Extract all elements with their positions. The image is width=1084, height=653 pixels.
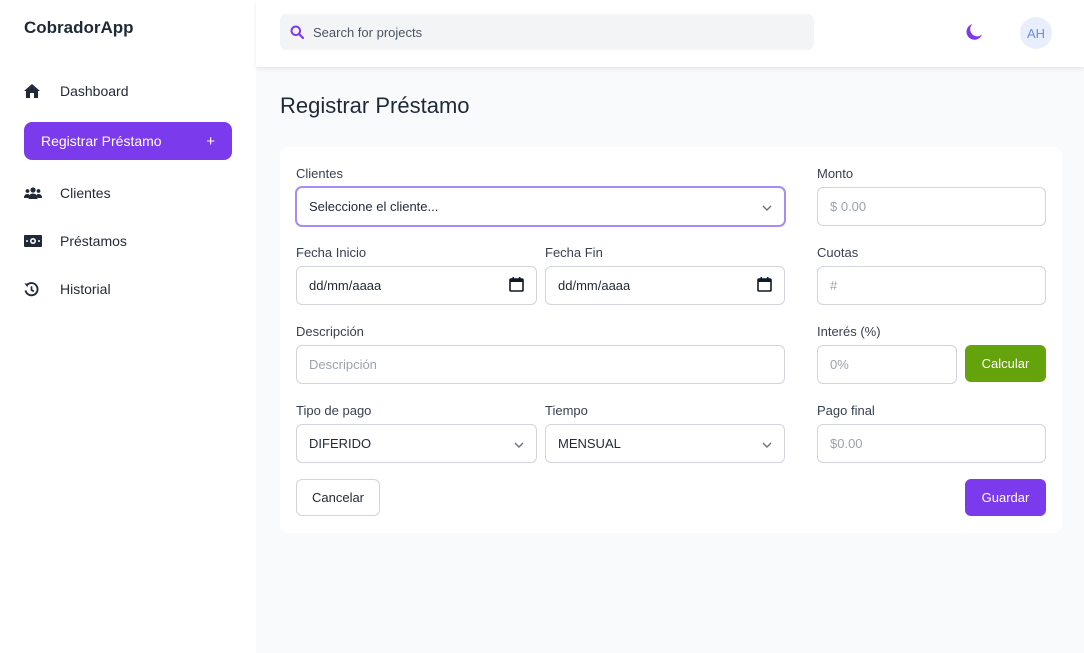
avatar[interactable]: AH — [1020, 17, 1052, 49]
clientes-select[interactable]: Seleccione el cliente... — [296, 187, 785, 226]
descripcion-input[interactable]: Descripción — [296, 345, 785, 384]
sidebar-item-label: Historial — [60, 281, 111, 297]
cuotas-input[interactable]: # — [817, 266, 1046, 305]
monto-input[interactable]: $ 0.00 — [817, 187, 1046, 226]
fecha-inicio-label: Fecha Inicio — [296, 245, 367, 260]
fecha-fin-input[interactable]: dd/mm/aaaa — [545, 266, 785, 305]
search-icon — [290, 25, 304, 39]
sidebar-item-historial[interactable]: Historial — [24, 270, 232, 308]
chevron-down-icon — [514, 436, 524, 451]
pago-final-input[interactable]: $0.00 — [817, 424, 1046, 463]
tipo-pago-value: DIFERIDO — [309, 436, 372, 451]
sidebar-item-clientes[interactable]: Clientes — [24, 174, 232, 212]
fecha-inicio-value: dd/mm/aaaa — [309, 278, 382, 293]
tiempo-value: MENSUAL — [558, 436, 621, 451]
interes-placeholder: 0% — [830, 357, 849, 372]
brand-logo-text: CobradorApp — [24, 18, 134, 37]
clientes-selected-value: Seleccione el cliente... — [309, 199, 439, 214]
plus-icon: + — [206, 132, 215, 150]
cuotas-placeholder: # — [830, 278, 838, 293]
chevron-down-icon — [762, 199, 772, 214]
sidebar-item-label: Clientes — [60, 185, 111, 201]
sidebar: CobradorApp Dashboard Registrar Préstamo… — [0, 0, 256, 653]
search-input[interactable] — [313, 24, 793, 40]
history-icon — [24, 281, 60, 297]
sidebar-item-registrar-prestamo[interactable]: Registrar Préstamo + — [24, 122, 232, 160]
fecha-fin-label: Fecha Fin — [545, 245, 603, 260]
tipo-pago-label: Tipo de pago — [296, 403, 372, 418]
home-icon — [24, 84, 60, 98]
calendar-icon[interactable] — [509, 276, 524, 295]
pago-final-label: Pago final — [817, 403, 875, 418]
sidebar-item-prestamos[interactable]: Préstamos — [24, 222, 232, 260]
sidebar-item-label: Dashboard — [60, 83, 129, 99]
fecha-fin-value: dd/mm/aaaa — [558, 278, 631, 293]
sidebar-item-dashboard[interactable]: Dashboard — [24, 72, 232, 110]
interes-label: Interés (%) — [817, 324, 881, 339]
calcular-button[interactable]: Calcular — [965, 345, 1046, 382]
monto-label: Monto — [817, 166, 854, 181]
loan-form-card: Clientes Seleccione el cliente... Monto … — [280, 147, 1062, 533]
sidebar-item-label: Préstamos — [60, 233, 127, 249]
pago-final-placeholder: $0.00 — [830, 436, 863, 451]
moon-icon[interactable] — [965, 23, 983, 46]
clientes-label: Clientes — [296, 166, 343, 181]
descripcion-placeholder: Descripción — [309, 357, 377, 372]
calendar-icon[interactable] — [757, 276, 772, 295]
chevron-down-icon — [762, 436, 772, 451]
money-bill-icon — [24, 235, 60, 247]
fecha-inicio-input[interactable]: dd/mm/aaaa — [296, 266, 537, 305]
tipo-pago-select[interactable]: DIFERIDO — [296, 424, 537, 463]
tiempo-select[interactable]: MENSUAL — [545, 424, 785, 463]
monto-placeholder: $ 0.00 — [830, 199, 867, 214]
descripcion-label: Descripción — [296, 324, 364, 339]
sidebar-item-label: Registrar Préstamo — [41, 133, 162, 149]
cuotas-label: Cuotas — [817, 245, 859, 260]
page-title: Registrar Préstamo — [280, 93, 470, 118]
tiempo-label: Tiempo — [545, 403, 588, 418]
top-header: AH — [256, 0, 1084, 67]
cancel-button[interactable]: Cancelar — [296, 479, 380, 516]
search-bar[interactable] — [280, 14, 814, 50]
interes-input[interactable]: 0% — [817, 345, 957, 384]
users-icon — [24, 187, 60, 199]
save-button[interactable]: Guardar — [965, 479, 1046, 516]
